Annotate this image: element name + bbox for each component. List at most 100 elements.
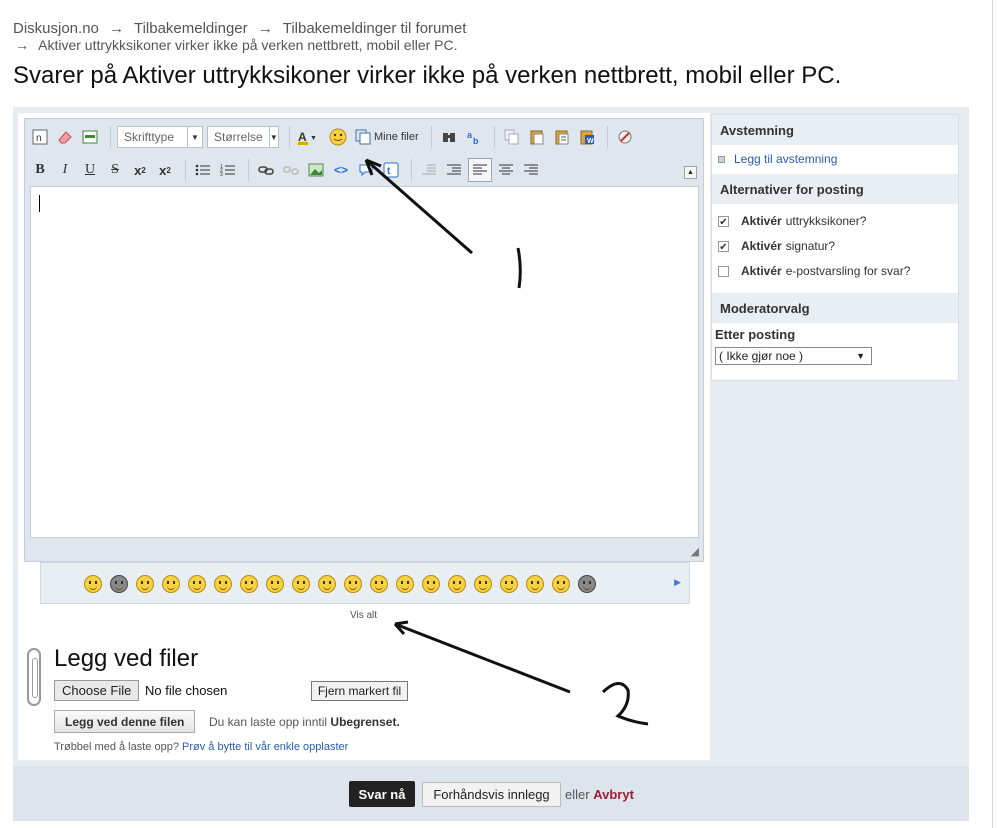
toolbar-divider	[185, 159, 186, 181]
upload-limit-value: Ubegrenset.	[330, 715, 400, 729]
svg-text:A: A	[298, 130, 307, 144]
option-emoticons-bold: Aktivér	[741, 214, 782, 228]
toolbar-divider	[411, 159, 412, 181]
or-label: eller	[565, 787, 590, 802]
smiley-icon[interactable]	[578, 575, 596, 593]
smiley-icon[interactable]	[422, 575, 440, 593]
bold-button[interactable]: B	[29, 159, 51, 181]
quote-icon[interactable]	[355, 159, 377, 181]
smiley-icon[interactable]	[500, 575, 518, 593]
poll-heading: Avstemning	[712, 115, 958, 145]
source-view-icon[interactable]: n	[29, 126, 51, 148]
resize-handle-icon[interactable]: ◢	[691, 545, 699, 558]
collapse-toolbar-icon[interactable]: ▲	[684, 166, 697, 179]
no-file-text: No file chosen	[145, 683, 228, 698]
upload-trouble-text: Trøbbel med å laste opp? Prøv å bytte ti…	[54, 741, 348, 753]
attachments-heading: Legg ved filer	[54, 645, 199, 672]
option-email-notify[interactable]: Aktivér e-postvarsling for svar?	[718, 264, 910, 278]
smilies-next-icon[interactable]: ▶	[674, 577, 681, 588]
align-left-icon[interactable]	[468, 158, 492, 182]
smiley-icon[interactable]	[188, 575, 206, 593]
superscript-label: x	[159, 162, 167, 178]
svg-text:n: n	[36, 133, 42, 144]
smiley-icon[interactable]	[240, 575, 258, 593]
indent-icon[interactable]	[443, 159, 465, 181]
my-files-button[interactable]: Mine filer	[352, 126, 422, 148]
smiley-icon[interactable]	[136, 575, 154, 593]
simple-uploader-link[interactable]: Prøv å bytte til vår enkle opplaster	[182, 741, 348, 753]
smiley-icon[interactable]	[162, 575, 180, 593]
email-notify-checkbox[interactable]	[718, 265, 729, 277]
breadcrumb-item-forum-feedback[interactable]: Tilbakemeldinger til forumet	[283, 20, 467, 37]
smiley-icon[interactable]	[344, 575, 362, 593]
option-email-label: e-postvarsling for svar?	[785, 264, 911, 278]
smiley-icon[interactable]	[84, 575, 102, 593]
breadcrumb-item-feedback[interactable]: Tilbakemeldinger	[134, 20, 248, 37]
choose-file-button[interactable]: Choose File	[54, 680, 140, 701]
unlink-icon[interactable]	[280, 159, 302, 181]
option-emoticons-label: uttrykksikoner?	[785, 214, 867, 228]
toolbar-row-2: B I U S x2 x2 123 <> t	[29, 155, 545, 185]
option-signature[interactable]: ✔ Aktivér signatur?	[718, 239, 835, 253]
option-emoticons[interactable]: ✔ Aktivér uttrykksikoner?	[718, 214, 866, 228]
smiley-icon[interactable]	[318, 575, 336, 593]
message-textarea[interactable]	[30, 186, 699, 538]
twitter-icon[interactable]: t	[380, 159, 402, 181]
link-icon[interactable]	[255, 159, 277, 181]
paste-icon[interactable]	[526, 126, 548, 148]
smiley-icon[interactable]	[552, 575, 570, 593]
view-all-smilies-link[interactable]: Vis alt	[350, 610, 377, 621]
smiley-icon[interactable]	[266, 575, 284, 593]
smiley-icon[interactable]	[474, 575, 492, 593]
smiley-icon[interactable]	[110, 575, 128, 593]
toolbar-divider	[430, 126, 432, 148]
align-center-icon[interactable]	[495, 159, 517, 181]
outdent-icon[interactable]	[418, 159, 440, 181]
svg-text:W: W	[587, 138, 594, 145]
breadcrumb-item-topic[interactable]: Aktiver uttrykksikoner virker ikke på ve…	[38, 37, 457, 53]
copy-icon[interactable]	[501, 126, 523, 148]
submit-reply-button[interactable]: Svar nå	[349, 781, 415, 807]
smiley-icon[interactable]	[396, 575, 414, 593]
size-select[interactable]: Størrelse ▼	[207, 126, 279, 148]
smiley-icon[interactable]	[448, 575, 466, 593]
emoticons-checkbox[interactable]: ✔	[718, 215, 729, 228]
after-posting-select[interactable]: ( Ikke gjør noe ) ▼	[715, 347, 872, 365]
smiley-icon[interactable]	[327, 126, 349, 148]
breadcrumb-item-site[interactable]: Diskusjon.no	[13, 20, 99, 37]
image-icon[interactable]	[305, 159, 327, 181]
breadcrumb: Diskusjon.no → Tilbakemeldinger → Tilbak…	[13, 20, 466, 54]
preview-button[interactable]: Forhåndsvis innlegg	[422, 782, 561, 807]
attach-file-button[interactable]: Legg ved denne filen	[54, 710, 196, 733]
align-right-icon[interactable]	[520, 159, 542, 181]
smiley-icon[interactable]	[292, 575, 310, 593]
paste-text-icon[interactable]	[551, 126, 573, 148]
add-poll-link[interactable]: Legg til avstemning	[734, 152, 837, 166]
breadcrumb-separator: →	[257, 20, 273, 37]
spellcheck-icon[interactable]	[614, 126, 636, 148]
signature-checkbox[interactable]: ✔	[718, 240, 729, 253]
font-select[interactable]: Skrifttype ▼	[117, 126, 203, 148]
smiley-icon[interactable]	[526, 575, 544, 593]
cancel-link[interactable]: Avbryt	[593, 787, 634, 802]
subscript-button[interactable]: x2	[129, 159, 151, 181]
superscript-button[interactable]: x2	[154, 159, 176, 181]
my-files-label: Mine filer	[374, 131, 419, 143]
text-color-icon[interactable]: A ▼	[296, 126, 324, 148]
remove-selected-file-button[interactable]: Fjern markert fil	[311, 681, 408, 701]
paste-word-icon[interactable]: W	[576, 126, 598, 148]
smiley-icon[interactable]	[214, 575, 232, 593]
binoculars-icon[interactable]	[438, 126, 460, 148]
after-posting-value: ( Ikke gjør noe )	[719, 349, 804, 363]
strikethrough-button[interactable]: S	[104, 159, 126, 181]
template-icon[interactable]	[79, 126, 101, 148]
numbered-list-icon[interactable]: 123	[217, 159, 239, 181]
underline-button[interactable]: U	[79, 159, 101, 181]
eraser-icon[interactable]	[54, 126, 76, 148]
italic-button[interactable]: I	[54, 159, 76, 181]
toolbar-divider	[248, 159, 249, 181]
replace-icon[interactable]: ab	[463, 126, 485, 148]
bulleted-list-icon[interactable]	[192, 159, 214, 181]
code-icon[interactable]: <>	[330, 159, 352, 181]
smiley-icon[interactable]	[370, 575, 388, 593]
